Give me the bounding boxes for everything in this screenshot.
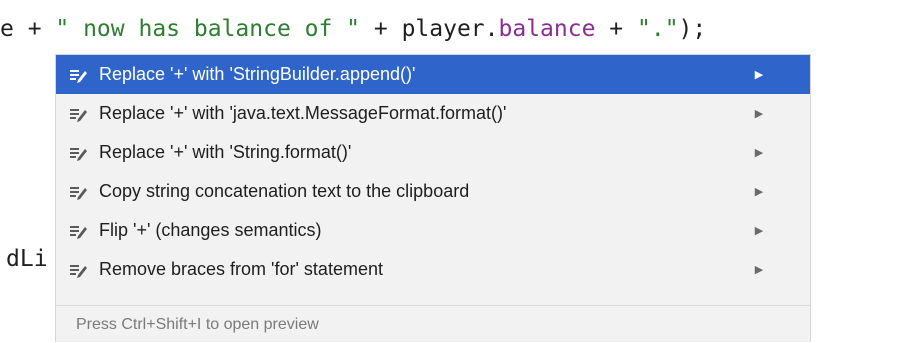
menu-item-copy-concatenation[interactable]: Copy string concatenation text to the cl… bbox=[56, 172, 810, 211]
code-line: dLi bbox=[6, 244, 48, 274]
menu-item-label: Replace '+' with 'StringBuilder.append()… bbox=[99, 64, 416, 84]
menu-item-label: Replace '+' with 'java.text.MessageForma… bbox=[99, 103, 507, 123]
intention-icon bbox=[68, 143, 90, 163]
intention-icon bbox=[68, 104, 90, 124]
popup-footer: Press Ctrl+Shift+I to open preview bbox=[56, 305, 810, 343]
intention-icon bbox=[68, 182, 90, 202]
intention-icon bbox=[68, 65, 90, 85]
submenu-arrow-icon: ▶ bbox=[754, 186, 764, 198]
intention-icon bbox=[68, 260, 90, 280]
field-reference: balance bbox=[498, 16, 596, 42]
intention-menu: Replace '+' with 'StringBuilder.append()… bbox=[56, 55, 810, 289]
submenu-arrow-icon: ▶ bbox=[754, 69, 764, 81]
menu-item-label: Copy string concatenation text to the cl… bbox=[99, 181, 470, 201]
menu-item-flip-plus[interactable]: Flip '+' (changes semantics) ▶ bbox=[56, 211, 810, 250]
menu-item-label: Replace '+' with 'String.format()' bbox=[99, 142, 352, 162]
submenu-arrow-icon: ▶ bbox=[754, 264, 764, 276]
code-token: + bbox=[595, 16, 637, 42]
intention-actions-popup: Replace '+' with 'StringBuilder.append()… bbox=[55, 54, 811, 342]
preview-hint: Press Ctrl+Shift+I to open preview bbox=[76, 315, 319, 333]
menu-item-replace-with-string-format[interactable]: Replace '+' with 'String.format()' ▶ bbox=[56, 133, 810, 172]
intention-icon bbox=[68, 221, 90, 241]
code-line: e + " now has balance of " + player.bala… bbox=[0, 14, 706, 44]
submenu-arrow-icon: ▶ bbox=[754, 225, 764, 237]
menu-item-replace-with-stringbuilder[interactable]: Replace '+' with 'StringBuilder.append()… bbox=[56, 55, 810, 94]
code-token: + player. bbox=[360, 16, 499, 42]
string-literal: "." bbox=[637, 16, 679, 42]
menu-item-label: Flip '+' (changes semantics) bbox=[99, 220, 322, 240]
menu-item-remove-braces[interactable]: Remove braces from 'for' statement ▶ bbox=[56, 250, 810, 289]
code-token: ); bbox=[678, 16, 707, 42]
submenu-arrow-icon: ▶ bbox=[754, 108, 764, 120]
submenu-arrow-icon: ▶ bbox=[754, 147, 764, 159]
menu-item-label: Remove braces from 'for' statement bbox=[99, 259, 383, 279]
code-token: e + bbox=[0, 16, 56, 42]
string-literal: " now has balance of " bbox=[55, 16, 361, 42]
menu-item-replace-with-messageformat[interactable]: Replace '+' with 'java.text.MessageForma… bbox=[56, 94, 810, 133]
code-token: dLi bbox=[6, 246, 48, 272]
